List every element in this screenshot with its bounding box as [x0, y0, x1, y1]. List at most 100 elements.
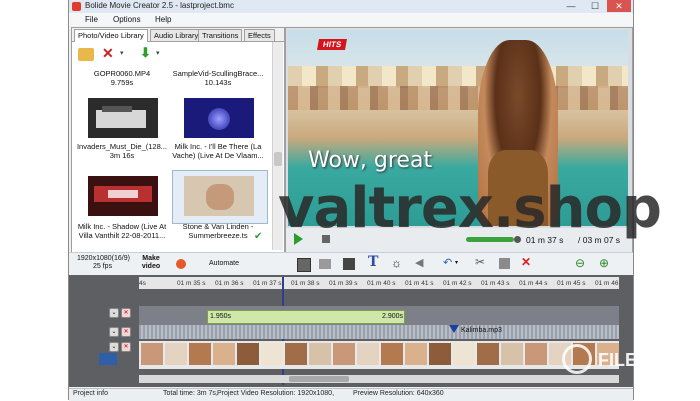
filmstrip-frame [501, 343, 523, 365]
track-delete-icon[interactable]: ✕ [121, 342, 131, 352]
zoom-fit-icon[interactable]: ⊕ [599, 256, 609, 270]
tab-audio-library[interactable]: Audio Library [150, 29, 203, 41]
thumbnail-summerbreeze[interactable] [184, 176, 254, 216]
tab-photo-video-library[interactable]: Photo/Video Library [74, 29, 148, 42]
timeline-ruler[interactable]: 4s 01 m 35 s 01 m 36 s 01 m 37 s 01 m 38 s 01… [139, 277, 619, 289]
library-item-2[interactable]: SampleVid-ScullingBrace... 10.143s [170, 69, 266, 87]
library-item-name: Milk Inc. - I'll Be There (La Vache) (Li… [172, 142, 264, 160]
brightness-icon[interactable]: ☼ [391, 256, 402, 270]
timeline-tick-label: 01 m 44 s [519, 280, 548, 287]
delete-icon[interactable]: ✕ [102, 45, 114, 62]
filmstrip-frame [357, 343, 379, 365]
filmstrip-frame [429, 343, 451, 365]
image-icon[interactable] [343, 258, 355, 270]
video-track[interactable] [139, 341, 619, 369]
move-dropdown-icon[interactable]: ▾ [156, 49, 160, 57]
filmstrip-frame [333, 343, 355, 365]
fps-label: 25 fps [93, 263, 113, 270]
track-delete-icon[interactable]: ✕ [121, 308, 131, 318]
filmstrip-frame [165, 343, 187, 365]
menu-file[interactable]: File [85, 15, 98, 24]
volume-icon[interactable]: ◀ [415, 256, 423, 269]
filecr-logo-text: FILECR [598, 350, 663, 370]
filmstrip-frame [477, 343, 499, 365]
window-title: Bolide Movie Creator 2.5 - lastproject.b… [85, 1, 234, 10]
app-icon [72, 2, 81, 11]
cut-icon[interactable]: ✂ [475, 255, 485, 269]
split-icon[interactable] [297, 258, 311, 272]
move-down-icon[interactable]: ⬇ [140, 45, 151, 61]
record-icon[interactable] [176, 259, 186, 269]
hits-badge: HITS [317, 39, 348, 50]
menu-options[interactable]: Options [113, 15, 141, 24]
project-info[interactable]: Project info [73, 390, 108, 397]
preview-resolution-status: Preview Resolution: 640x360 [353, 390, 444, 397]
library-item-6[interactable]: Stone & Van Linden - Summerbreeze.ts [170, 222, 266, 240]
text-icon[interactable]: T [368, 254, 378, 270]
menu-help[interactable]: Help [155, 15, 171, 24]
timeline-tick-label: 01 m 41 s [405, 280, 434, 287]
delete-dropdown-icon[interactable]: ▾ [120, 49, 124, 57]
timeline-tick-label: 01 m 38 s [291, 280, 320, 287]
delete-clip-icon[interactable]: ✕ [521, 255, 531, 269]
library-item-duration: 3m 16s [109, 151, 135, 160]
open-folder-icon[interactable] [78, 48, 94, 61]
track-collapse-icon[interactable]: ⌄ [109, 342, 119, 352]
video-resolution-status: Project Video Resolution: 1920x1080, [217, 390, 335, 397]
track-delete-icon[interactable]: ✕ [121, 327, 131, 337]
thumbnail-invaders[interactable] [88, 98, 158, 138]
timeline-tick-label: 01 m 46 [595, 280, 619, 287]
undo-dropdown-icon[interactable]: ▾ [455, 259, 458, 266]
filmstrip-frame [453, 343, 475, 365]
close-button[interactable]: ✕ [607, 0, 631, 12]
status-bar: Project info Total time: 3m 7s, Project … [69, 388, 633, 401]
track-collapse-icon[interactable]: ⌄ [109, 308, 119, 318]
library-item-3[interactable]: Invaders_Must_Die_(128... 3m 16s [74, 142, 170, 160]
audio-marker-icon[interactable] [449, 325, 459, 333]
undo-icon[interactable]: ↶ [443, 256, 452, 269]
library-item-5[interactable]: Milk Inc. - Shadow (Live At Villa Vanthi… [74, 222, 170, 240]
clip-end-label: 2.900s [382, 313, 404, 320]
filmstrip-frame [525, 343, 547, 365]
make-video-button[interactable]: Make video [141, 255, 161, 271]
library-item-name: Milk Inc. - Shadow (Live At Villa Vanthi… [77, 222, 167, 240]
filmstrip-frame [285, 343, 307, 365]
audio-track[interactable] [139, 325, 619, 339]
timeline-tick-label: 4s [139, 280, 146, 287]
thumbnail-milk-inc-shadow[interactable] [88, 176, 158, 216]
maximize-button[interactable]: ☐ [583, 0, 607, 12]
edit-toolbar: 1920x1080(16/9) 25 fps Make video Automa… [69, 252, 633, 276]
track-3-controls: ⌄ ✕ [109, 342, 135, 352]
timeline-tick-label: 01 m 45 s [557, 280, 586, 287]
automate-button[interactable]: Automate [209, 260, 239, 267]
filmstrip-frame [189, 343, 211, 365]
zoom-out-icon[interactable]: ⊖ [575, 256, 585, 270]
watermark-text: valtrex.shop [278, 176, 662, 241]
filmstrip-frame [309, 343, 331, 365]
timeline-scrollbar[interactable] [139, 375, 619, 383]
resolution-label[interactable]: 1920x1080(16/9) [77, 255, 130, 263]
filmstrip-frame [213, 343, 235, 365]
text-clip[interactable]: 1.950s 2.900s [207, 310, 405, 324]
track-collapse-icon[interactable]: ⌄ [109, 327, 119, 337]
minimize-button[interactable]: — [559, 0, 583, 12]
timeline-tick-label: 01 m 42 s [443, 280, 472, 287]
library-item-name: SampleVid-ScullingBrace... [172, 69, 264, 78]
video-subtitle: Wow, great [308, 148, 433, 173]
library-item-duration: 10.143s [204, 78, 232, 87]
copy-icon[interactable] [499, 258, 510, 269]
library-item-4[interactable]: Milk Inc. - I'll Be There (La Vache) (Li… [170, 142, 266, 160]
library-item-name: Stone & Van Linden - Summerbreeze.ts [182, 222, 254, 240]
tab-effects[interactable]: Effects [244, 29, 275, 41]
crop-icon[interactable] [319, 259, 331, 269]
thumbnail-milk-inc-vache[interactable] [184, 98, 254, 138]
checkmark-icon: ✔ [254, 231, 263, 242]
filmstrip-frame [381, 343, 403, 365]
library-item-1[interactable]: GOPR0060.MP4 9.759s [74, 69, 170, 87]
timeline-tick-label: 01 m 40 s [367, 280, 396, 287]
audio-clip-label: Kalimba.mp3 [461, 327, 502, 334]
library-item-duration: 9.759s [110, 78, 134, 87]
filecr-watermark: FILECR [550, 340, 690, 380]
tab-transitions[interactable]: Transitions [198, 29, 243, 41]
library-item-name: GOPR0060.MP4 [93, 69, 151, 78]
